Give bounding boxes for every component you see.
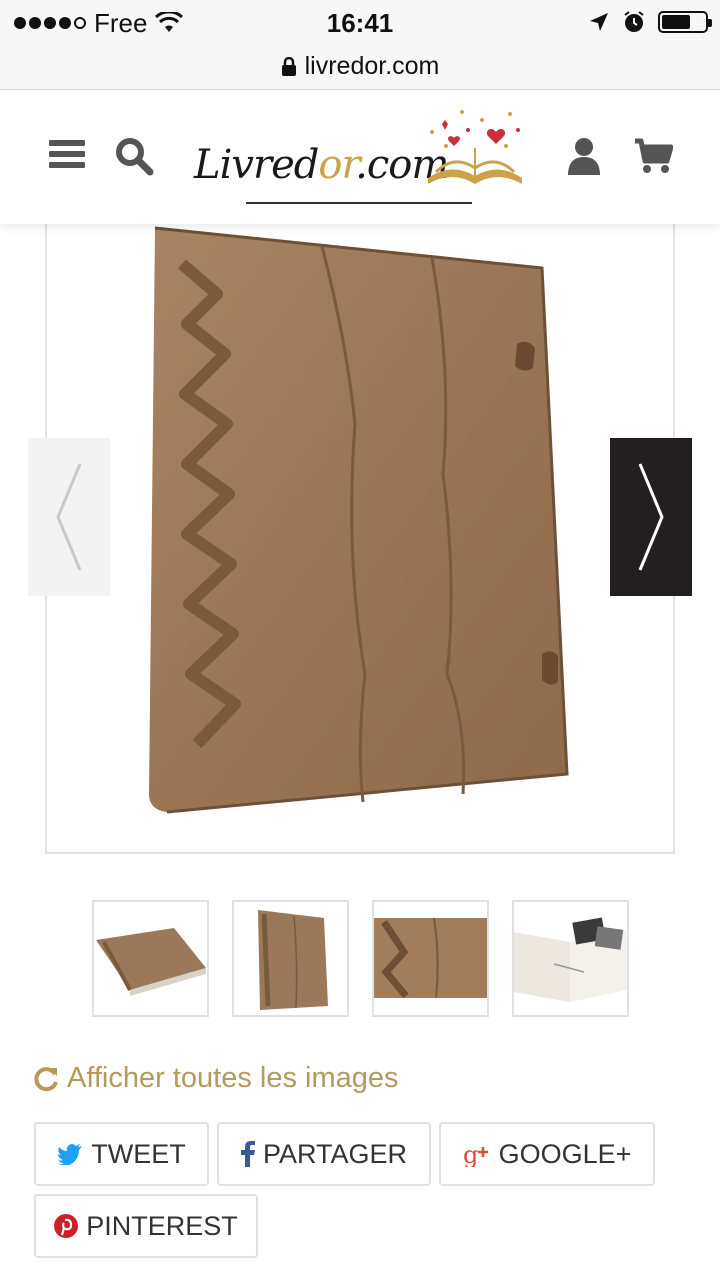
- thumbnail-1[interactable]: [92, 900, 209, 1017]
- cart-icon: [635, 138, 673, 173]
- logo-wordmark: Livredor.com: [194, 142, 449, 188]
- menu-button[interactable]: [46, 134, 88, 174]
- thumbnail-2[interactable]: [232, 900, 349, 1017]
- thumbnail-3[interactable]: [372, 900, 489, 1017]
- wooden-book-image: [149, 226, 569, 814]
- next-image-button[interactable]: [610, 438, 692, 596]
- lock-icon: [281, 56, 296, 76]
- url-text: livredor.com: [304, 52, 440, 80]
- twitter-icon: [57, 1144, 83, 1165]
- alarm-icon: [624, 11, 644, 32]
- thumbnail-4[interactable]: [512, 900, 629, 1017]
- main-product-image[interactable]: [45, 224, 675, 854]
- pinterest-button[interactable]: PINTEREST: [34, 1194, 258, 1258]
- site-header: Livredor.com: [0, 90, 720, 224]
- show-all-images-label: Afficher toutes les images: [67, 1062, 399, 1094]
- pinterest-icon: [54, 1214, 79, 1238]
- google-plus-icon: g: [463, 1141, 488, 1167]
- search-icon: [116, 138, 154, 176]
- battery-icon: [658, 11, 712, 33]
- tweet-button[interactable]: TWEET: [34, 1122, 209, 1186]
- search-button[interactable]: [112, 134, 156, 178]
- thumbnail-strip: [92, 900, 629, 1017]
- account-button[interactable]: [564, 134, 604, 178]
- address-bar[interactable]: livredor.com: [0, 44, 720, 90]
- show-all-images-link[interactable]: Afficher toutes les images: [33, 1062, 399, 1095]
- book-angle-thumbnail: [96, 928, 206, 996]
- google-plus-label: GOOGLE+: [498, 1138, 632, 1169]
- tweet-label: TWEET: [91, 1138, 186, 1169]
- share-label: PARTAGER: [262, 1138, 408, 1169]
- book-front-thumbnail: [258, 910, 328, 1010]
- status-bar: Free 16:41: [0, 0, 720, 44]
- facebook-icon: [240, 1141, 255, 1167]
- logo-underline: [246, 202, 472, 204]
- google-plus-button[interactable]: g GOOGLE+: [439, 1122, 655, 1186]
- wood-texture-thumbnail: [374, 917, 487, 999]
- location-arrow-icon: [590, 13, 608, 31]
- user-icon: [568, 138, 600, 175]
- svg-text:g: g: [463, 1141, 478, 1167]
- chevron-right-icon: [638, 463, 664, 571]
- open-book-hearts-icon: [428, 110, 522, 184]
- site-logo[interactable]: Livredor.com: [190, 102, 530, 212]
- refresh-icon: [34, 1066, 58, 1091]
- pinterest-label: PINTEREST: [86, 1210, 238, 1241]
- chevron-left-icon: [56, 463, 82, 571]
- share-facebook-button[interactable]: PARTAGER: [217, 1122, 431, 1186]
- menu-icon: [49, 140, 85, 168]
- cart-button[interactable]: [630, 134, 676, 178]
- previous-image-button[interactable]: [28, 438, 110, 596]
- open-book-photos-thumbnail: [514, 917, 627, 1002]
